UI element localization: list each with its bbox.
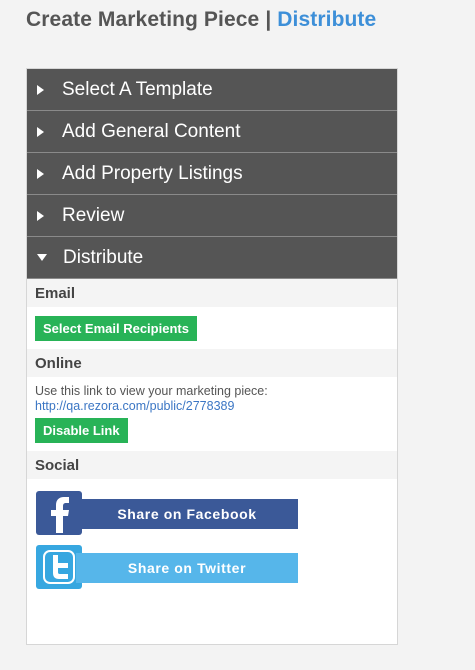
share-on-facebook-button[interactable]: Share on Facebook xyxy=(36,491,298,535)
distribute-content: Email Select Email Recipients Online Use… xyxy=(27,279,397,591)
social-section-label: Social xyxy=(27,451,397,479)
email-section-label: Email xyxy=(27,279,397,307)
twitter-label: Share on Twitter xyxy=(76,553,298,583)
accordion-select-template[interactable]: Select A Template xyxy=(27,69,397,111)
accordion-label: Select A Template xyxy=(62,78,213,100)
accordion-label: Add General Content xyxy=(62,120,241,142)
accordion-review[interactable]: Review xyxy=(27,195,397,237)
caret-down-icon xyxy=(37,254,47,261)
title-separator: | xyxy=(265,8,272,31)
facebook-label: Share on Facebook xyxy=(76,499,298,529)
accordion-add-property-listings[interactable]: Add Property Listings xyxy=(27,153,397,195)
accordion-add-general-content[interactable]: Add General Content xyxy=(27,111,397,153)
accordion-label: Review xyxy=(62,204,125,226)
public-link[interactable]: http://qa.rezora.com/public/2778389 xyxy=(35,399,389,414)
online-section: Use this link to view your marketing pie… xyxy=(27,377,397,451)
email-section: Select Email Recipients xyxy=(27,307,397,349)
disable-link-button[interactable]: Disable Link xyxy=(35,418,128,443)
accordion-label: Add Property Listings xyxy=(62,162,243,184)
caret-right-icon xyxy=(37,126,44,137)
current-step-title: Distribute xyxy=(277,8,377,31)
social-section: Share on Facebook Share on Twitter xyxy=(27,479,397,591)
online-section-label: Online xyxy=(27,349,397,377)
caret-right-icon xyxy=(37,210,44,221)
page-title: Create Marketing Piece | Distribute xyxy=(26,8,376,32)
page-title-text: Create Marketing Piece xyxy=(26,8,260,31)
accordion-distribute[interactable]: Distribute xyxy=(27,237,397,279)
share-on-twitter-button[interactable]: Share on Twitter xyxy=(36,545,298,589)
caret-right-icon xyxy=(37,84,44,95)
accordion-label: Distribute xyxy=(63,246,144,268)
online-description: Use this link to view your marketing pie… xyxy=(35,384,268,398)
marketing-wizard-panel: Select A Template Add General Content Ad… xyxy=(26,68,398,645)
select-email-recipients-button[interactable]: Select Email Recipients xyxy=(35,316,197,341)
caret-right-icon xyxy=(37,168,44,179)
